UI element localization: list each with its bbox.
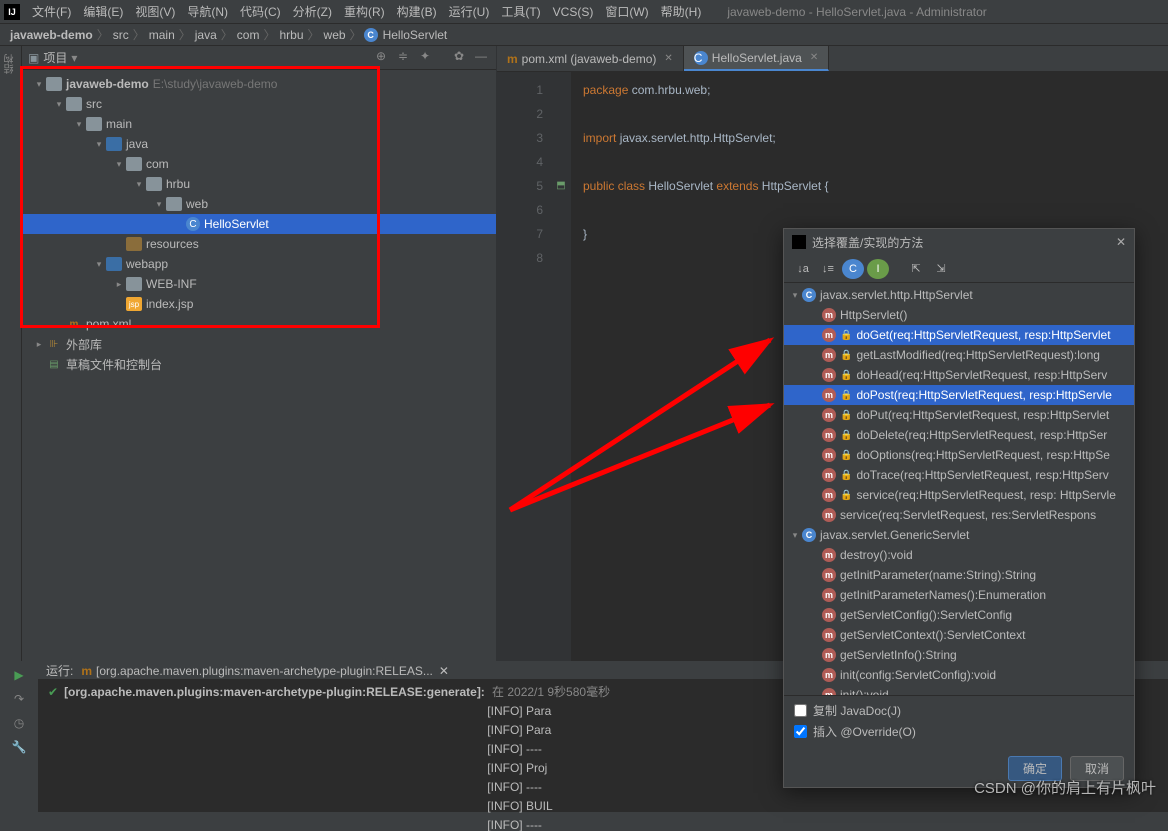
close-icon[interactable]: ✕: [1116, 235, 1126, 249]
menu-build[interactable]: 构建(B): [391, 3, 443, 20]
menu-nav[interactable]: 导航(N): [181, 3, 234, 20]
window-title: javaweb-demo - HelloServlet.java - Admin…: [727, 5, 986, 19]
run-icon[interactable]: ▶: [9, 668, 29, 688]
crumb-java[interactable]: java: [193, 28, 219, 42]
menu-file[interactable]: 文件(F): [26, 3, 77, 20]
wrench-icon[interactable]: 🔧: [9, 740, 29, 760]
expand-icon[interactable]: ≑: [394, 49, 412, 67]
collapse-all-icon[interactable]: ⇲: [930, 259, 952, 279]
app-icon: [792, 235, 806, 249]
run-toolbar: ▶ ↷ ◷ 🔧: [0, 662, 38, 812]
menu-help[interactable]: 帮助(H): [655, 3, 708, 20]
folder-icon: ▣: [28, 51, 39, 65]
tab-pom[interactable]: m pom.xml (javaweb-demo) ✕: [497, 46, 684, 71]
close-icon[interactable]: ✕: [664, 53, 672, 64]
settings-icon[interactable]: ✿: [450, 49, 468, 67]
menu-tools[interactable]: 工具(T): [495, 3, 546, 20]
override-icon[interactable]: ⬒: [551, 174, 571, 198]
dialog-footer: 复制 JavaDoc(J) 插入 @Override(O): [784, 695, 1134, 750]
hide-icon[interactable]: —: [472, 49, 490, 67]
close-icon[interactable]: ✕: [810, 52, 818, 63]
sort-type-icon[interactable]: ↓≡: [817, 259, 839, 279]
dialog-title-bar[interactable]: 选择覆盖/实现的方法 ✕: [784, 229, 1134, 255]
project-header: ▣ 项目 ▾ ⊕ ≑ ✦ ✿ —: [22, 46, 496, 70]
menu-bar: IJ 文件(F) 编辑(E) 视图(V) 导航(N) 代码(C) 分析(Z) 重…: [0, 0, 1168, 24]
expand-all-icon[interactable]: ⇱: [905, 259, 927, 279]
tab-helloservlet[interactable]: C HelloServlet.java ✕: [684, 46, 829, 71]
crumb-project[interactable]: javaweb-demo: [8, 28, 95, 42]
crumb-main[interactable]: main: [147, 28, 177, 42]
watermark: CSDN @你的肩上有片枫叶: [974, 777, 1156, 798]
side-tab-structure[interactable]: 结构: [3, 54, 18, 74]
crumb-src[interactable]: src: [111, 28, 131, 42]
project-title: 项目: [43, 49, 67, 66]
breadcrumb: javaweb-demo 〉 src 〉 main 〉 java 〉 com 〉…: [0, 24, 1168, 46]
crumb-class[interactable]: HelloServlet: [381, 28, 450, 42]
rerun-icon[interactable]: ↷: [9, 692, 29, 712]
project-tool-window: ▣ 项目 ▾ ⊕ ≑ ✦ ✿ — ▾javaweb-demoE:\study\j…: [22, 46, 497, 661]
tree-selected-file: CHelloServlet: [22, 214, 496, 234]
run-config-tab[interactable]: m [org.apache.maven.plugins:maven-archet…: [73, 664, 457, 678]
menu-code[interactable]: 代码(C): [234, 3, 287, 20]
menu-analyze[interactable]: 分析(Z): [287, 3, 338, 20]
run-label: 运行:: [46, 662, 73, 679]
dialog-toolbar: ↓a ↓≡ C I ⇱ ⇲: [784, 255, 1134, 283]
dialog-title: 选择覆盖/实现的方法: [812, 234, 923, 251]
override-methods-dialog: 选择覆盖/实现的方法 ✕ ↓a ↓≡ C I ⇱ ⇲ ▾Cjavax.servl…: [783, 228, 1135, 788]
method-list[interactable]: ▾Cjavax.servlet.http.HttpServletmHttpSer…: [784, 283, 1134, 695]
menu-window[interactable]: 窗口(W): [599, 3, 654, 20]
sort-alpha-icon[interactable]: ↓a: [792, 259, 814, 279]
filter-class-icon[interactable]: C: [842, 259, 864, 279]
menu-edit[interactable]: 编辑(E): [77, 3, 129, 20]
app-logo-icon: IJ: [4, 4, 20, 20]
line-numbers: 12345678: [497, 72, 551, 661]
menu-vcs[interactable]: VCS(S): [547, 5, 600, 19]
menu-run[interactable]: 运行(U): [443, 3, 496, 20]
menu-refactor[interactable]: 重构(R): [338, 3, 391, 20]
filter-interface-icon[interactable]: I: [867, 259, 889, 279]
crumb-web[interactable]: web: [322, 28, 348, 42]
collapse-icon[interactable]: ✦: [416, 49, 434, 67]
stop-icon[interactable]: ◷: [9, 716, 29, 736]
menu-view[interactable]: 视图(V): [129, 3, 181, 20]
gutter-icons: ⬒: [551, 72, 571, 661]
insert-override-checkbox[interactable]: 插入 @Override(O): [794, 723, 1124, 740]
crumb-com[interactable]: com: [235, 28, 262, 42]
project-tree[interactable]: ▾javaweb-demoE:\study\javaweb-demo ▾src …: [22, 70, 496, 661]
crumb-hrbu[interactable]: hrbu: [277, 28, 305, 42]
left-gutter-bar: 结构: [0, 46, 22, 661]
locate-icon[interactable]: ⊕: [372, 49, 390, 67]
copy-javadoc-checkbox[interactable]: 复制 JavaDoc(J): [794, 702, 1124, 719]
editor-tabs: m pom.xml (javaweb-demo) ✕ C HelloServle…: [497, 46, 1168, 72]
class-icon: C: [364, 28, 378, 42]
